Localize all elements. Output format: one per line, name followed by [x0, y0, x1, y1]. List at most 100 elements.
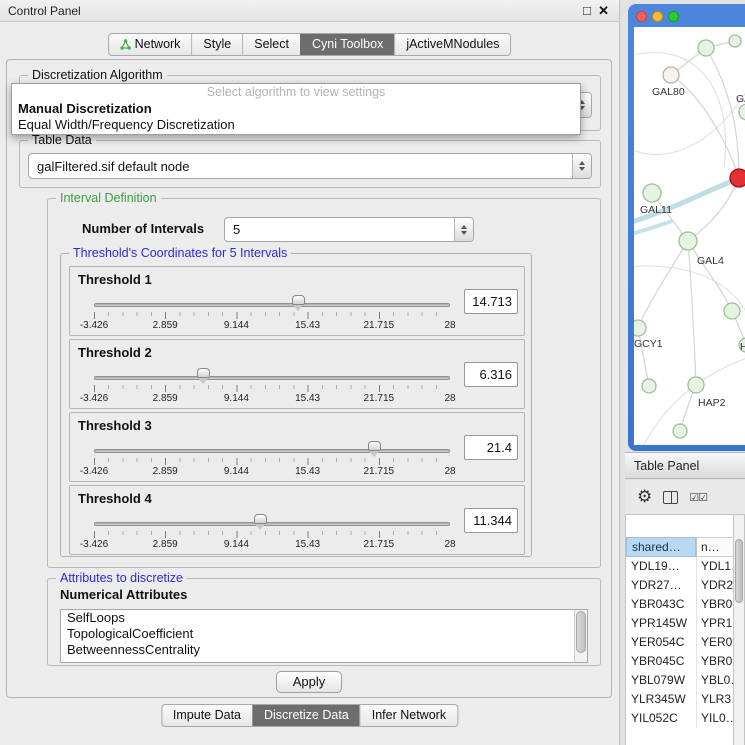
- slider-ticks: [94, 385, 450, 392]
- table-row[interactable]: YPR145W YPR1…: [626, 614, 733, 633]
- network-node-gal80[interactable]: [663, 67, 679, 83]
- table-row[interactable]: YER054C YER0…: [626, 633, 733, 652]
- cell-shared-name[interactable]: YPR145W: [626, 614, 696, 633]
- cell-shared-name[interactable]: YBR043C: [626, 595, 696, 614]
- cell-name[interactable]: YPR1…: [696, 614, 733, 633]
- minimize-traffic-icon[interactable]: [652, 11, 663, 22]
- cell-name[interactable]: YLR3…: [696, 690, 733, 709]
- tab-select[interactable]: Select: [242, 34, 300, 55]
- table-scrollbar[interactable]: [733, 515, 744, 745]
- network-node-hap2[interactable]: [688, 377, 704, 393]
- cell-shared-name[interactable]: YBR045C: [626, 652, 696, 671]
- network-node-gal4[interactable]: [679, 232, 697, 250]
- list-item[interactable]: SelfLoops: [61, 610, 587, 626]
- window-controls: [636, 11, 679, 22]
- cell-name[interactable]: YDR2…: [696, 576, 733, 595]
- cell-shared-name[interactable]: YDR27…: [626, 576, 696, 595]
- list-item[interactable]: BetweennessCentrality: [61, 642, 587, 658]
- table-row[interactable]: YDL19… YDL1…: [626, 557, 733, 576]
- tab-impute-data[interactable]: Impute Data: [162, 705, 252, 726]
- apply-button[interactable]: Apply: [276, 671, 342, 693]
- table-row[interactable]: YIL052C YIL0…: [626, 709, 733, 728]
- algorithm-option-equal-width[interactable]: Equal Width/Frequency Discretization: [12, 117, 580, 133]
- attributes-list[interactable]: SelfLoops TopologicalCoefficient Between…: [60, 609, 588, 663]
- number-of-intervals-select[interactable]: 5: [224, 217, 474, 242]
- threshold-4-slider[interactable]: -3.426 2.859 9.144 15.43 21.715 28: [94, 512, 450, 552]
- cell-name[interactable]: YBR0…: [696, 595, 733, 614]
- network-node-gcy1[interactable]: [634, 320, 646, 336]
- table-data-select-stepper-icon[interactable]: [572, 154, 591, 178]
- threshold-3-value-field[interactable]: [464, 435, 518, 460]
- threshold-2-slider[interactable]: -3.426 2.859 9.144 15.43 21.715 28: [94, 366, 450, 406]
- float-window-icon[interactable]: □: [583, 0, 591, 22]
- algorithm-option-manual[interactable]: Manual Discretization: [12, 101, 580, 117]
- slider-scale-labels: -3.426 2.859 9.144 15.43 21.715 28: [94, 539, 450, 551]
- threshold-3-slider-track[interactable]: [94, 449, 450, 453]
- cell-name[interactable]: YDL1…: [696, 557, 733, 576]
- threshold-3-slider-thumb[interactable]: [368, 441, 381, 451]
- table-row[interactable]: YBL079W YBL0…: [626, 671, 733, 690]
- zoom-traffic-icon[interactable]: [668, 11, 679, 22]
- table-toolbar: ⚙ ☑☑: [625, 480, 745, 514]
- network-node-gal11[interactable]: [643, 184, 661, 202]
- network-node[interactable]: [739, 104, 745, 120]
- scale-label: 28: [444, 539, 455, 550]
- network-node[interactable]: [729, 35, 741, 47]
- tab-cyni-toolbox[interactable]: Cyni Toolbox: [300, 34, 394, 55]
- cell-shared-name[interactable]: YBL079W: [626, 671, 696, 690]
- column-header-name[interactable]: n…: [696, 537, 733, 557]
- scale-label: 2.859: [153, 539, 178, 550]
- threshold-3-slider[interactable]: -3.426 2.859 9.144 15.43 21.715 28: [94, 439, 450, 479]
- cell-name[interactable]: YER0…: [696, 633, 733, 652]
- cell-shared-name[interactable]: YDL19…: [626, 557, 696, 576]
- network-node[interactable]: [724, 303, 740, 319]
- threshold-1-value-field[interactable]: [464, 289, 518, 314]
- tab-network[interactable]: Network: [109, 34, 192, 55]
- highlighted-network-node[interactable]: [730, 169, 745, 187]
- tab-network-label: Network: [135, 34, 181, 55]
- slider-scale-labels: -3.426 2.859 9.144 15.43 21.715 28: [94, 320, 450, 332]
- attributes-scrollbar[interactable]: [574, 610, 587, 662]
- tab-jactivemnodules[interactable]: jActiveMNodules: [394, 34, 510, 55]
- select-columns-icon[interactable]: ☑☑: [689, 491, 707, 504]
- table-scrollbar-thumb[interactable]: [735, 539, 743, 603]
- attributes-scrollbar-thumb[interactable]: [576, 611, 586, 653]
- list-item[interactable]: TopologicalCoefficient: [61, 626, 587, 642]
- threshold-4-slider-track[interactable]: [94, 522, 450, 526]
- threshold-1-slider[interactable]: -3.426 2.859 9.144 15.43 21.715 28: [94, 293, 450, 333]
- cell-name[interactable]: YIL0…: [696, 709, 733, 728]
- number-of-intervals-stepper-icon[interactable]: [454, 218, 473, 241]
- table-data-select[interactable]: galFiltered.sif default node: [28, 153, 592, 179]
- tab-discretize-data[interactable]: Discretize Data: [252, 705, 360, 726]
- network-node[interactable]: [698, 40, 714, 56]
- tab-style[interactable]: Style: [191, 34, 242, 55]
- threshold-4-value-field[interactable]: [464, 508, 518, 533]
- column-header-shared-name[interactable]: shared…: [626, 537, 696, 557]
- cell-shared-name[interactable]: YLR345W: [626, 690, 696, 709]
- cell-name[interactable]: YBR0…: [696, 652, 733, 671]
- cell-shared-name[interactable]: YER054C: [626, 633, 696, 652]
- network-node[interactable]: [673, 424, 687, 438]
- slider-ticks: [94, 312, 450, 319]
- cell-shared-name[interactable]: YIL052C: [626, 709, 696, 728]
- columns-icon[interactable]: [663, 491, 678, 504]
- network-nodes[interactable]: [634, 35, 745, 438]
- table-row[interactable]: YLR345W YLR3…: [626, 690, 733, 709]
- threshold-1-slider-track[interactable]: [94, 303, 450, 307]
- threshold-4-slider-thumb[interactable]: [254, 514, 267, 524]
- close-window-icon[interactable]: ✕: [598, 0, 609, 22]
- window-title: Control Panel: [8, 0, 81, 22]
- threshold-2-slider-thumb[interactable]: [197, 368, 210, 378]
- threshold-1-slider-thumb[interactable]: [292, 295, 305, 305]
- network-canvas[interactable]: GAL80 GAL11 GAL4 GCY1 HAP2 GA H: [634, 27, 745, 445]
- close-traffic-icon[interactable]: [636, 11, 647, 22]
- table-row[interactable]: YDR27… YDR2…: [626, 576, 733, 595]
- network-node[interactable]: [642, 379, 656, 393]
- threshold-2-slider-track[interactable]: [94, 376, 450, 380]
- tab-infer-network[interactable]: Infer Network: [360, 705, 457, 726]
- table-row[interactable]: YBR045C YBR0…: [626, 652, 733, 671]
- threshold-2-value-field[interactable]: [464, 362, 518, 387]
- table-row[interactable]: YBR043C YBR0…: [626, 595, 733, 614]
- cell-name[interactable]: YBL0…: [696, 671, 733, 690]
- gear-icon[interactable]: ⚙: [637, 489, 652, 506]
